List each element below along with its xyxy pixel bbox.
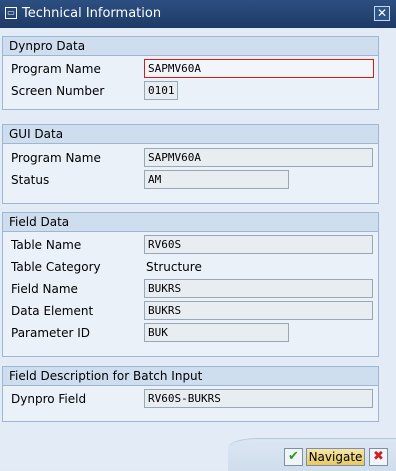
field-data-heading: Field Data [3,213,378,232]
field-data-group: Field Data Table Name RV60S Table Catego… [2,212,379,357]
dynpro-data-group: Dynpro Data Program Name SAPMV60A Screen… [2,36,379,110]
batch-input-heading: Field Description for Batch Input [3,367,378,386]
dynpro-data-heading: Dynpro Data [3,37,378,56]
cancel-button[interactable]: ✖ [369,448,388,466]
dynpro-program-name-field[interactable]: SAPMV60A [144,59,374,78]
table-name-field[interactable]: RV60S [144,235,373,254]
dynpro-field-label: Dynpro Field [11,392,87,406]
data-element-field[interactable]: BUKRS [144,301,373,320]
field-name-label: Field Name [11,282,78,296]
batch-input-group: Field Description for Batch Input Dynpro… [2,366,379,422]
dynpro-screen-number-label: Screen Number [11,84,105,98]
navigate-button[interactable]: Navigate [306,448,365,466]
table-category-row: Table Category Structure [3,257,378,277]
table-name-row: Table Name RV60S [3,235,378,255]
dynpro-program-name-row: Program Name SAPMV60A [3,59,378,79]
window-titlebar: ▭ Technical Information ✕ [0,0,396,28]
checkmark-icon: ✔ [288,449,299,464]
cancel-icon: ✖ [373,449,384,464]
gui-program-name-row: Program Name SAPMV60A [3,148,378,168]
dynpro-screen-number-field[interactable]: 0101 [144,81,178,100]
info-window-icon: ▭ [5,7,17,19]
gui-status-row: Status AM [3,170,378,190]
gui-status-field[interactable]: AM [144,170,289,189]
table-name-label: Table Name [11,238,82,252]
gui-program-name-label: Program Name [11,151,101,165]
dynpro-field-field[interactable]: RV60S-BUKRS [144,389,373,408]
field-name-row: Field Name BUKRS [3,279,378,299]
close-button[interactable]: ✕ [374,6,390,21]
dynpro-program-name-label: Program Name [11,62,101,76]
dynpro-field-row: Dynpro Field RV60S-BUKRS [3,389,378,409]
data-element-label: Data Element [11,304,94,318]
close-icon: ✕ [376,6,388,20]
gui-program-name-field[interactable]: SAPMV60A [144,148,373,167]
parameter-id-label: Parameter ID [11,326,91,340]
gui-data-group: GUI Data Program Name SAPMV60A Status AM [2,124,379,204]
parameter-id-field[interactable]: BUK [144,323,289,342]
gui-data-heading: GUI Data [3,125,378,144]
dialog-content: Dynpro Data Program Name SAPMV60A Screen… [0,28,396,438]
gui-status-label: Status [11,173,50,187]
data-element-row: Data Element BUKRS [3,301,378,321]
parameter-id-row: Parameter ID BUK [3,323,378,343]
dynpro-screen-number-row: Screen Number 0101 [3,81,378,101]
table-category-value: Structure [146,260,202,274]
table-category-label: Table Category [11,260,101,274]
field-name-field[interactable]: BUKRS [144,279,373,298]
ok-button[interactable]: ✔ [284,448,303,466]
window-title: Technical Information [22,6,162,21]
